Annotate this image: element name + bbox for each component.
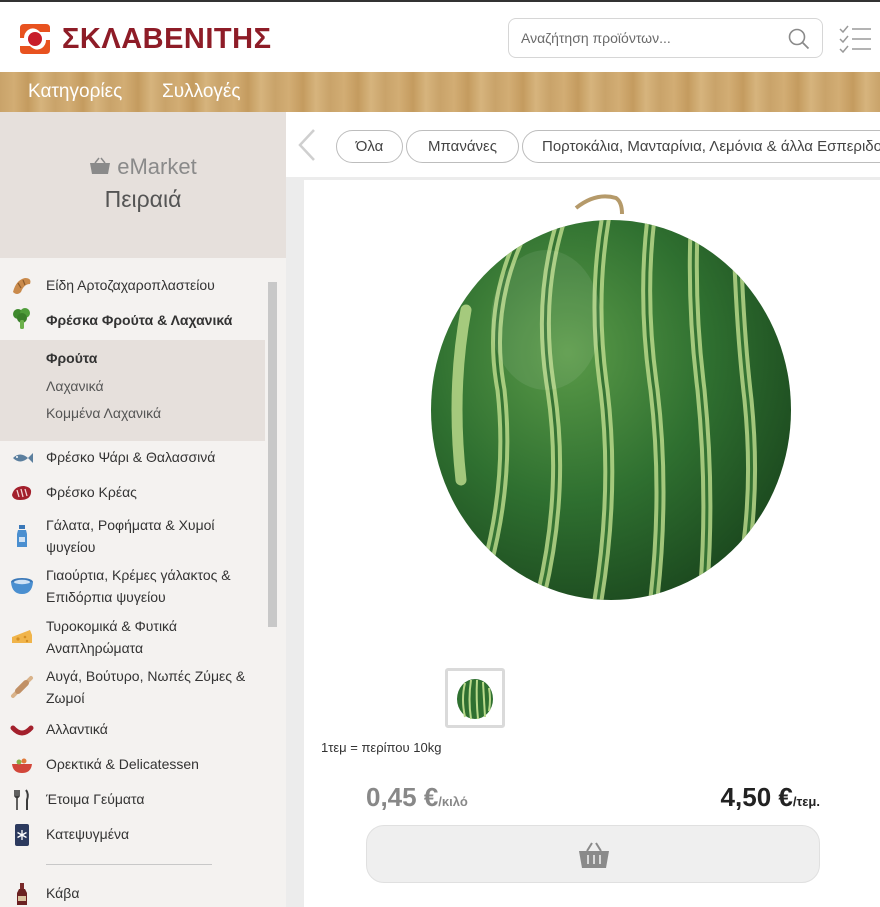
- chevron-left-icon[interactable]: [296, 128, 318, 162]
- subcategory-fruits[interactable]: Φρούτα: [46, 350, 97, 366]
- sidebar-divider: [46, 864, 212, 865]
- sidebar-item-label: Έτοιμα Γεύματα: [46, 791, 145, 807]
- sidebar-item-label: Τυροκομικά & Φυτικά Αναπληρώματα: [46, 618, 177, 656]
- sklavenitis-logo-icon: [20, 24, 50, 54]
- price-unit: /κιλό: [438, 794, 468, 809]
- freezer-icon: [15, 824, 29, 846]
- milk-bottle-icon: [17, 525, 27, 547]
- price-per-kilo: 0,45 €/κιλό: [366, 782, 468, 812]
- store-name: Πειραιά: [104, 186, 182, 212]
- emarket-label: eMarket: [0, 154, 286, 180]
- nav-collections[interactable]: Συλλογές: [162, 81, 241, 103]
- sidebar-item-label: Φρέσκα Φρούτα & Λαχανικά: [46, 312, 233, 328]
- yogurt-icon: [11, 578, 33, 594]
- product-detail: 1τεμ = περίπου 10kg 0,45 €/κιλό 4,50 €/τ…: [304, 180, 880, 907]
- subcategory-tabs: Όλα Μπανάνες Πορτοκάλια, Μανταρίνια, Λεμ…: [286, 112, 880, 180]
- meat-icon: [12, 486, 32, 500]
- weight-note: 1τεμ = περίπου 10kg: [321, 740, 442, 755]
- search-icon[interactable]: [788, 28, 810, 50]
- basket-icon: [579, 842, 609, 868]
- broccoli-icon: [13, 308, 30, 329]
- sidebar-item-label: Κατεψυγμένα: [46, 826, 130, 842]
- cutlery-icon: [14, 789, 29, 810]
- watermelon-thumbnail-image: [457, 679, 493, 720]
- subcategory-panel: [0, 340, 265, 441]
- cheese-icon: [12, 630, 32, 643]
- rolling-pin-icon: [11, 676, 33, 698]
- price-unit: /τεμ.: [792, 794, 820, 809]
- search-box[interactable]: [508, 18, 823, 58]
- sidebar-scrollbar[interactable]: [268, 282, 277, 627]
- main-nav: Κατηγορίες Συλλογές: [0, 72, 880, 112]
- add-to-cart-button[interactable]: [366, 825, 820, 883]
- shopping-list-icon[interactable]: [838, 24, 872, 54]
- brand-logo[interactable]: ΣΚΛΑΒΕΝΙΤΗΣ: [16, 22, 271, 56]
- header: ΣΚΛΑΒΕΝΙΤΗΣ: [0, 0, 880, 72]
- sidebar-item-label: Φρέσκο Κρέας: [46, 484, 137, 500]
- sidebar-item-label: Γάλατα, Ροφήματα & Χυμοί ψυγείου: [46, 517, 215, 555]
- search-input[interactable]: [521, 19, 781, 57]
- sidebar-item-label: Ορεκτικά & Delicatessen: [46, 756, 199, 772]
- sidebar-gutter: [286, 112, 304, 907]
- sidebar-item-label: Είδη Αρτοζαχαροπλαστείου: [46, 277, 215, 293]
- store-selector[interactable]: eMarket Πειραιά: [0, 112, 286, 258]
- sidebar-item-label: Αλλαντικά: [46, 721, 108, 737]
- tab-all[interactable]: Όλα: [336, 130, 403, 163]
- product-image: [431, 194, 791, 600]
- sidebar-item-label: Γιαούρτια, Κρέμες γάλακτος & Επιδόρπια ψ…: [46, 567, 231, 605]
- price-per-item: 4,50 €/τεμ.: [720, 782, 820, 812]
- product-thumbnail[interactable]: [445, 668, 505, 728]
- subcategory-cut-vegetables[interactable]: Κομμένα Λαχανικά: [46, 405, 161, 421]
- tab-citrus[interactable]: Πορτοκάλια, Μανταρίνια, Λεμόνια & άλλα Ε…: [522, 130, 880, 163]
- brand-name: ΣΚΛΑΒΕΝΙΤΗΣ: [62, 22, 272, 55]
- fish-icon: [13, 453, 33, 463]
- nav-categories[interactable]: Κατηγορίες: [28, 81, 122, 103]
- category-sidebar: eMarket Πειραιά Είδη Αρτοζαχαροπλαστείου…: [0, 112, 286, 907]
- sidebar-item-label: Αυγά, Βούτυρο, Νωπές Ζύμες & Ζωμοί: [46, 668, 246, 706]
- sausage-icon: [10, 725, 34, 736]
- sidebar-item-label: Φρέσκο Ψάρι & Θαλασσινά: [46, 449, 216, 465]
- croissant-icon: [13, 278, 31, 294]
- bottle-icon: [17, 883, 27, 905]
- sidebar-item-label: Κάβα: [46, 885, 80, 901]
- basket-icon: [90, 157, 111, 174]
- subcategory-vegetables[interactable]: Λαχανικά: [46, 378, 104, 394]
- bowl-icon: [12, 758, 32, 773]
- tab-bananas[interactable]: Μπανάνες: [406, 130, 519, 163]
